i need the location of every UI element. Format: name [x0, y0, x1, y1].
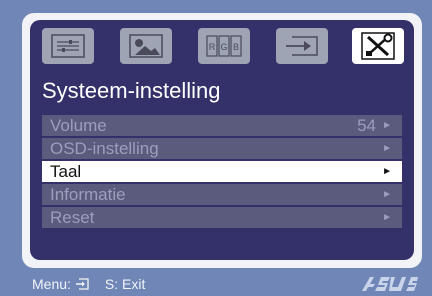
menu-item-label: Taal — [50, 162, 82, 181]
svg-text:R: R — [209, 42, 216, 52]
menu-key-icon — [75, 278, 89, 290]
menu-item-reset[interactable]: Reset ► — [42, 207, 402, 228]
tools-icon — [361, 32, 395, 60]
tab-image-settings[interactable] — [42, 28, 94, 64]
menu-item-information[interactable]: Informatie ► — [42, 184, 402, 205]
menu-hint-label: Menu: — [32, 276, 71, 292]
tab-color[interactable]: RGB — [198, 28, 250, 64]
image-icon — [129, 34, 163, 58]
menu-item-label: Reset — [50, 208, 95, 227]
menu-item-osd-setup[interactable]: OSD-instelling ► — [42, 138, 402, 159]
chevron-right-icon: ► — [382, 212, 392, 223]
input-icon — [286, 36, 318, 56]
rgb-icon: RGB — [206, 35, 242, 57]
menu-item-label: Informatie — [50, 185, 126, 204]
footer-bar: Menu: S: Exit — [0, 270, 432, 296]
menu-item-label: Volume — [50, 116, 107, 135]
svg-text:B: B — [233, 42, 239, 52]
menu-item-volume[interactable]: Volume 54 ► — [42, 115, 402, 136]
svg-text:G: G — [220, 42, 227, 52]
sliders-icon — [51, 34, 85, 58]
asus-logo — [362, 277, 418, 291]
chevron-right-icon: ► — [382, 143, 392, 154]
page-title: Systeem-instelling — [42, 78, 221, 103]
menu-item-language[interactable]: Taal ► — [42, 161, 402, 182]
footer-hints: Menu: S: Exit — [32, 276, 145, 292]
menu-item-label: OSD-instelling — [50, 139, 159, 158]
exit-hint: S: Exit — [104, 276, 146, 292]
tab-input-select[interactable] — [276, 28, 328, 64]
tab-picture[interactable] — [120, 28, 172, 64]
tab-bar: RGB — [30, 20, 414, 72]
chevron-right-icon: ► — [382, 189, 392, 200]
menu-list: Volume 54 ► OSD-instelling ► Taal ► Info… — [42, 115, 402, 230]
tab-system-setup[interactable] — [352, 28, 404, 64]
chevron-right-icon: ► — [382, 120, 392, 131]
chevron-right-icon: ► — [382, 166, 392, 177]
osd-panel: RGB Systeem-instelling Volume 54 ► OSD-i… — [30, 20, 414, 260]
volume-value: 54 — [357, 116, 376, 135]
